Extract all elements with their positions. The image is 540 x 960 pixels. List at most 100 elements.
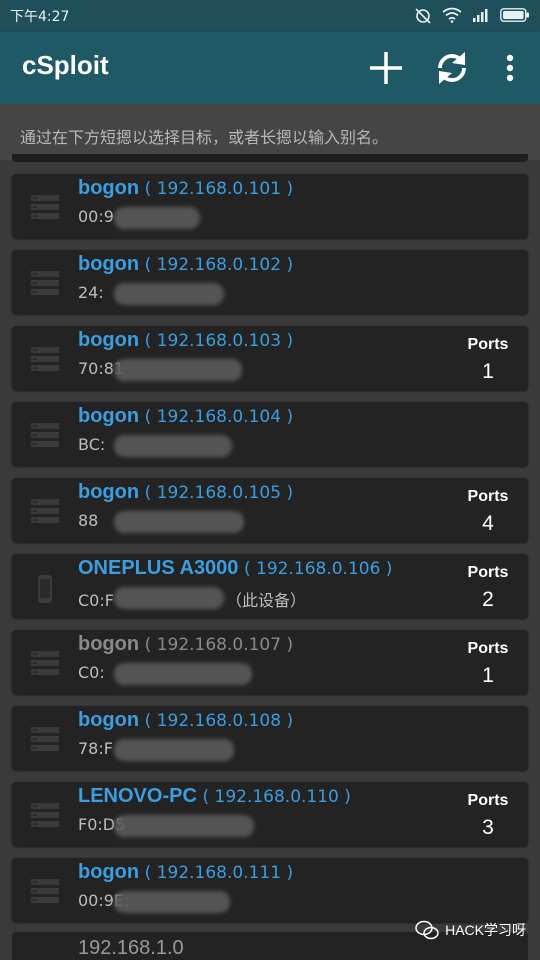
host-ip: ( 192.168.0.104 )	[144, 407, 294, 427]
ports-count: 4	[482, 512, 494, 535]
add-target-button[interactable]	[366, 48, 406, 88]
hint-text: 通过在下方短摁以选择目标，或者长摁以输入别名。	[20, 128, 389, 147]
host-list-item[interactable]: bogon ( 192.168.0.104 ) BC:	[12, 402, 528, 466]
overflow-menu-icon	[506, 54, 514, 82]
host-list-item[interactable]: ONEPLUS A3000 ( 192.168.0.106 ) C0:F （此设备）…	[12, 554, 528, 618]
server-icon	[30, 650, 60, 676]
host-list-item[interactable]: bogon ( 192.168.0.101 ) 00:9	[12, 174, 528, 238]
host-list-item[interactable]: LENOVO-PC ( 192.168.0.110 ) F0:D5 Ports 3	[12, 782, 528, 846]
host-name: bogon ( 192.168.0.104 )	[78, 405, 293, 428]
ports-count: 3	[482, 816, 494, 839]
redaction-blur	[114, 435, 232, 457]
phone-icon	[30, 574, 60, 603]
status-time: 下午4:27	[10, 9, 70, 25]
host-ip: ( 192.168.0.107 )	[144, 635, 294, 655]
host-mac: 24:	[78, 283, 104, 302]
ports-label: Ports	[467, 792, 509, 809]
redaction-blur	[114, 587, 224, 609]
server-icon	[30, 802, 60, 828]
host-ip: ( 192.168.0.110 )	[202, 787, 351, 807]
host-name-label: bogon	[78, 253, 140, 275]
host-list-item[interactable]: bogon ( 192.168.0.111 ) 00:9E:	[12, 858, 528, 922]
overflow-menu-button[interactable]	[492, 48, 528, 88]
refresh-icon	[438, 52, 466, 84]
host-name: bogon ( 192.168.0.103 )	[78, 329, 293, 352]
host-ip: ( 192.168.0.106 )	[244, 559, 393, 579]
list-top-edge	[12, 154, 528, 162]
host-name-label: LENOVO-PC	[78, 785, 197, 807]
host-mac-label: C0:	[78, 663, 105, 682]
redaction-blur	[114, 359, 242, 381]
host-mac: 88	[78, 511, 98, 530]
host-mac-label: 78:F	[78, 739, 113, 758]
alarm-off-icon	[414, 6, 432, 24]
host-ip: ( 192.168.0.108 )	[144, 711, 294, 731]
host-name-label: bogon	[78, 861, 140, 883]
host-name: bogon ( 192.168.0.111 )	[78, 861, 293, 884]
redaction-blur	[114, 283, 224, 305]
host-name: bogon ( 192.168.0.102 )	[78, 253, 293, 276]
host-mac: C0:	[78, 663, 105, 682]
ports-label: Ports	[467, 564, 509, 581]
host-ip: ( 192.168.0.102 )	[144, 255, 294, 275]
add-icon	[370, 52, 402, 84]
redaction-blur	[114, 511, 244, 533]
redaction-blur	[114, 739, 234, 761]
server-icon	[30, 270, 60, 296]
host-mac-label: 24:	[78, 283, 104, 302]
host-mac-label: BC:	[78, 435, 106, 454]
host-name: bogon ( 192.168.0.107 )	[78, 633, 293, 656]
host-name-label: bogon	[78, 405, 140, 427]
host-name: bogon ( 192.168.0.101 )	[78, 177, 293, 200]
host-name-label: bogon	[78, 481, 140, 503]
ports-label: Ports	[467, 488, 509, 505]
redaction-blur	[114, 207, 200, 229]
server-icon	[30, 346, 60, 372]
host-name-label: bogon	[78, 177, 140, 199]
host-mac: 78:F	[78, 739, 113, 758]
server-icon	[30, 726, 60, 752]
app-bar: cSploit	[0, 32, 540, 104]
host-mac: BC:	[78, 435, 105, 454]
host-ip: ( 192.168.0.101 )	[144, 179, 294, 199]
redaction-blur	[114, 891, 230, 913]
host-list-item[interactable]: bogon ( 192.168.0.105 ) 88 Ports 4	[12, 478, 528, 542]
host-name-label: bogon	[78, 709, 140, 731]
ports-count: 1	[482, 360, 494, 383]
host-name-label: bogon	[78, 633, 140, 655]
host-mac: 00:9	[78, 207, 114, 226]
host-list-item[interactable]: bogon ( 192.168.0.102 ) 24:	[12, 250, 528, 314]
refresh-button[interactable]	[432, 48, 472, 88]
server-icon	[30, 194, 60, 220]
host-list-item[interactable]: bogon ( 192.168.0.103 ) 70:81 Ports 1	[12, 326, 528, 390]
this-device-label: （此设备）	[225, 591, 306, 610]
wifi-icon	[442, 7, 462, 23]
host-name-label: ONEPLUS A3000	[78, 557, 239, 579]
host-mac-label: 00:9	[78, 207, 114, 226]
host-mac-label: C0:F	[78, 591, 114, 610]
battery-icon	[500, 8, 530, 22]
host-ip: ( 192.168.0.103 )	[144, 331, 294, 351]
wechat-icon	[415, 920, 439, 940]
host-name: bogon ( 192.168.0.105 )	[78, 481, 293, 504]
hint-banner: 通过在下方短摁以选择目标，或者长摁以输入别名。	[0, 104, 540, 160]
host-name-label: bogon	[78, 329, 140, 351]
redaction-blur	[114, 815, 254, 837]
host-mac-label: 88	[78, 511, 99, 530]
partial-list-item-label: 192.168.1.0	[78, 937, 184, 959]
ports-label: Ports	[467, 640, 509, 657]
host-list-item[interactable]: bogon ( 192.168.0.108 ) 78:F	[12, 706, 528, 770]
host-name: bogon ( 192.168.0.108 )	[78, 709, 293, 732]
redaction-blur	[114, 663, 252, 685]
signal-icon	[472, 8, 490, 22]
host-name: ONEPLUS A3000 ( 192.168.0.106 )	[78, 557, 392, 580]
ports-count: 1	[482, 664, 494, 687]
host-list-item[interactable]: bogon ( 192.168.0.107 ) C0: Ports 1	[12, 630, 528, 694]
ports-label: Ports	[467, 336, 509, 353]
host-ip: ( 192.168.0.111 )	[144, 863, 294, 883]
server-icon	[30, 878, 60, 904]
status-bar: 下午4:27	[0, 0, 540, 32]
server-icon	[30, 498, 60, 524]
ports-count: 2	[482, 588, 494, 611]
app-title: cSploit	[22, 50, 109, 80]
